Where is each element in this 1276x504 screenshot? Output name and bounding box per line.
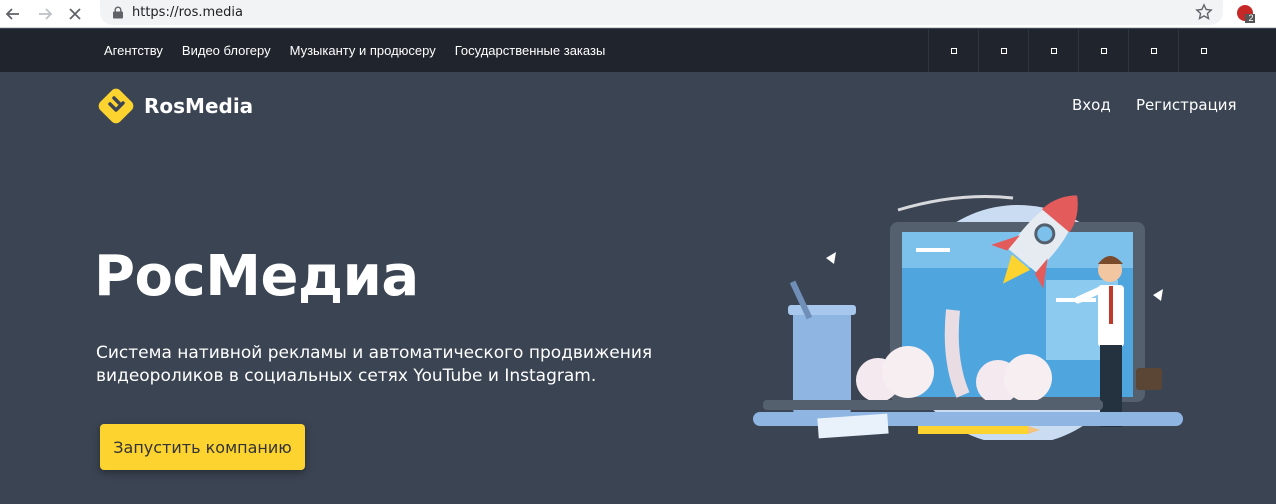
illustration-pencil [918, 426, 1028, 434]
login-link[interactable]: Вход [1072, 96, 1111, 114]
illustration-accent-triangle [1153, 289, 1163, 301]
nav-link-government[interactable]: Государственные заказы [455, 43, 606, 58]
hero-illustration [753, 195, 1183, 440]
hero-title: РосМедиа [94, 244, 419, 309]
social-icon-3 [1050, 47, 1057, 54]
illustration-person-tie [1109, 286, 1113, 324]
url-text: https://ros.media [132, 5, 244, 20]
illustration-cup [793, 310, 851, 415]
audience-nav: Агентству Видео блогеру Музыканту и прод… [104, 29, 605, 72]
top-navigation-bar: Агентству Видео блогеру Музыканту и прод… [0, 29, 1276, 72]
illustration-cup-rim [788, 305, 856, 315]
social-link-5[interactable] [1128, 29, 1178, 72]
social-icon-4 [1100, 47, 1107, 54]
illustration-accent-triangle [826, 252, 836, 264]
rosmedia-logo-icon [98, 88, 134, 124]
social-icon-1 [950, 47, 957, 54]
launch-campaign-button[interactable]: Запустить компанию [100, 424, 305, 470]
bookmark-star-icon[interactable] [1195, 3, 1213, 21]
social-link-6[interactable] [1178, 29, 1228, 72]
forward-button[interactable] [34, 3, 56, 25]
illustration-briefcase [1136, 368, 1162, 390]
social-link-1[interactable] [928, 29, 978, 72]
illustration-screen-line [916, 248, 950, 252]
social-icon-5 [1150, 47, 1157, 54]
close-icon [69, 8, 81, 20]
site-logo[interactable]: RosMedia [96, 86, 253, 126]
register-link[interactable]: Регистрация [1136, 96, 1237, 114]
illustration-cloud [882, 346, 934, 398]
back-arrow-icon [5, 8, 19, 20]
hero-description: Система нативной рекламы и автоматическо… [96, 343, 653, 386]
social-icon-6 [1200, 47, 1207, 54]
stop-loading-button[interactable] [64, 3, 86, 25]
logo-text: RosMedia [144, 94, 254, 118]
illustration-laptop-base [763, 400, 1103, 410]
address-bar[interactable]: https://ros.media [100, 0, 1223, 25]
nav-link-musician[interactable]: Музыканту и продюсеру [290, 43, 436, 58]
social-links [928, 29, 1228, 72]
lock-icon [113, 6, 123, 19]
extension-badge: 2 [1248, 13, 1254, 23]
back-button[interactable] [2, 3, 24, 25]
illustration-cloud [1004, 354, 1052, 402]
social-link-4[interactable] [1078, 29, 1128, 72]
nav-link-agency[interactable]: Агентству [104, 43, 163, 58]
nav-link-video-blogger[interactable]: Видео блогеру [182, 43, 271, 58]
browser-toolbar: https://ros.media 2 [0, 0, 1276, 28]
social-icon-2 [1000, 47, 1007, 54]
social-link-3[interactable] [1028, 29, 1078, 72]
extension-button[interactable]: 2 [1236, 4, 1256, 24]
forward-arrow-icon [39, 8, 53, 20]
social-link-2[interactable] [978, 29, 1028, 72]
